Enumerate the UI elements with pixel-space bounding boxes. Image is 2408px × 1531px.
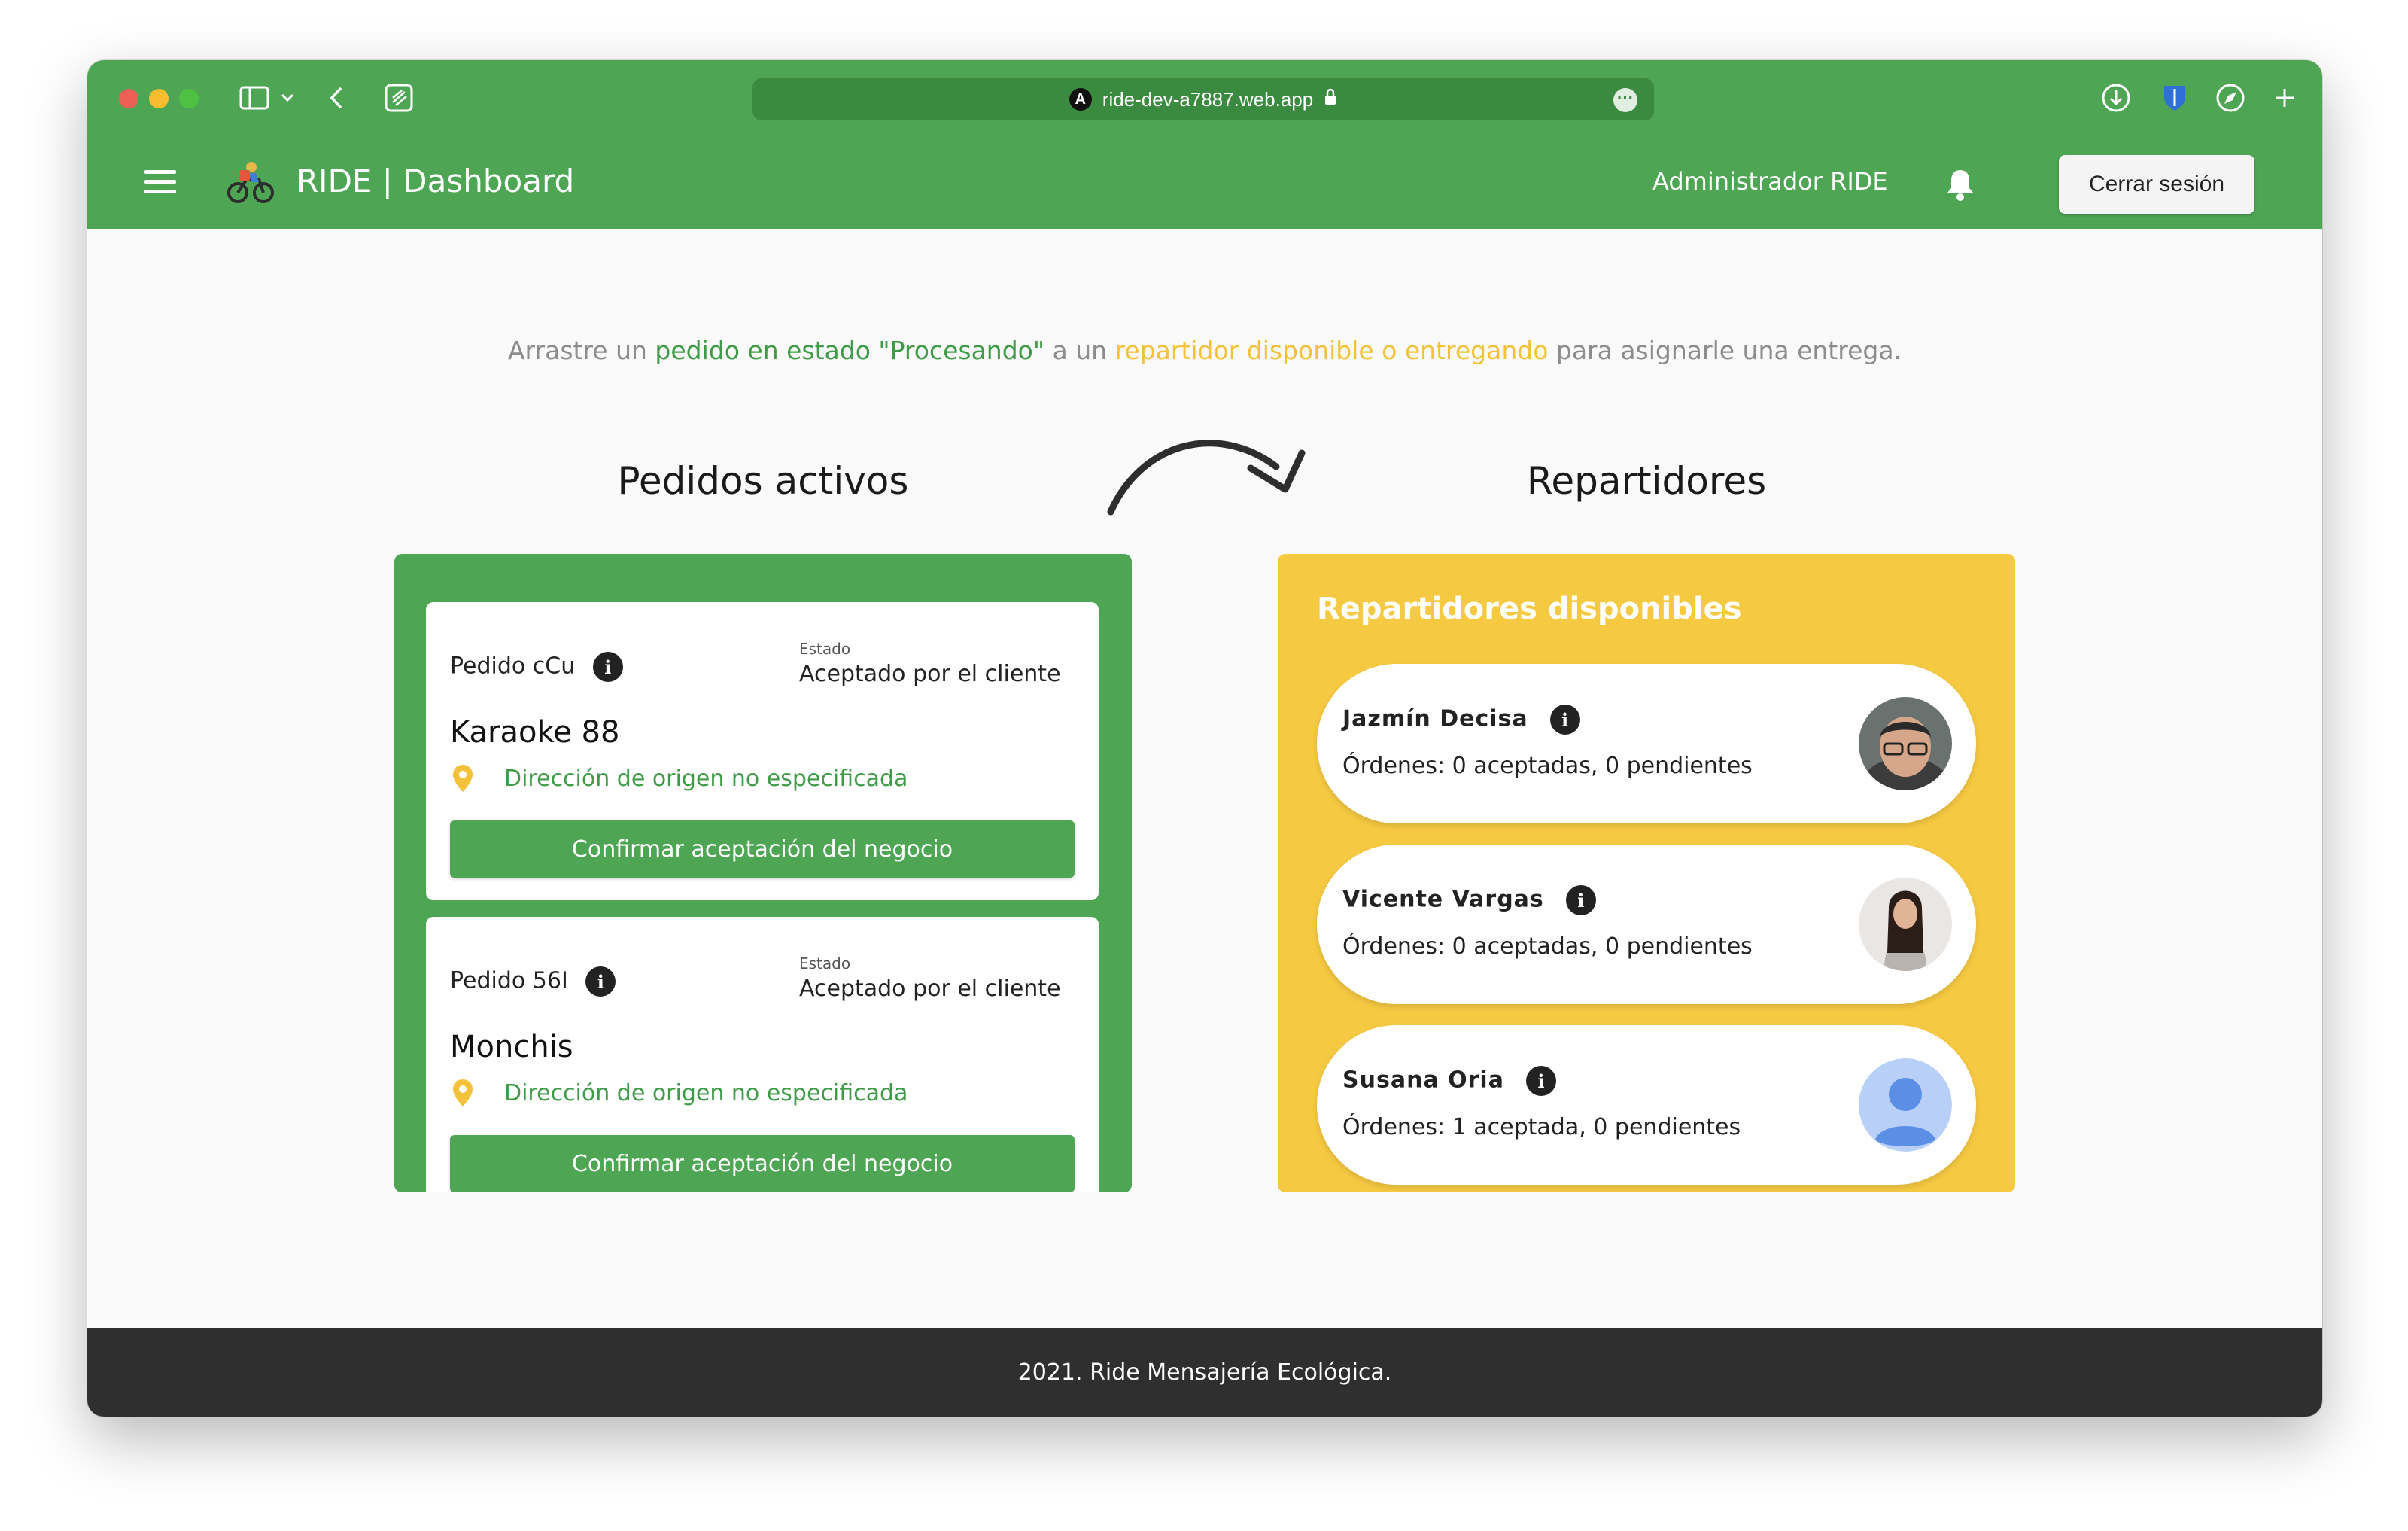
browser-toolbar: A ride-dev-a7887.web.app ···: [87, 60, 2322, 138]
info-icon[interactable]: i: [1566, 885, 1597, 915]
origin-address-text: Dirección de origen no especificada: [504, 765, 908, 792]
instruction-highlight-rider: repartidor disponible o entregando: [1114, 336, 1549, 365]
instruction-part: a un: [1044, 336, 1115, 365]
order-id-row: Pedido 56I i: [450, 966, 616, 997]
lock-icon: [1324, 88, 1337, 111]
instruction-text: Arrastre un pedido en estado "Procesando…: [87, 336, 2322, 365]
menu-icon[interactable]: [144, 170, 176, 196]
rider-card[interactable]: Jazmín Decisa i Órdenes: 0 aceptadas, 0 …: [1317, 664, 1976, 823]
location-pin-icon: [453, 765, 473, 792]
compass-icon[interactable]: [2214, 83, 2247, 113]
app-header: RIDE | Dashboard Administrador RIDE Cerr…: [87, 138, 2322, 229]
order-status-label: Estado: [799, 640, 851, 658]
back-arrow-icon[interactable]: [325, 83, 348, 113]
rider-name: Vicente Vargas: [1342, 886, 1544, 913]
footer: 2021. Ride Mensajería Ecológica.: [87, 1328, 2322, 1417]
more-options-icon[interactable]: ···: [1613, 88, 1637, 112]
order-id: Pedido 56I: [450, 967, 568, 994]
origin-address: Dirección de origen no especificada: [450, 763, 908, 793]
order-id: Pedido cCu: [450, 653, 576, 680]
order-card[interactable]: Pedido cCu i Estado Aceptado por el clie…: [426, 602, 1099, 900]
rider-name-row: Susana Oria i: [1342, 1066, 1557, 1096]
order-id-row: Pedido cCu i: [450, 652, 623, 682]
site-favicon-icon: A: [1069, 88, 1092, 111]
extension-icon[interactable]: [382, 83, 415, 113]
orders-section-title: Pedidos activos: [617, 459, 909, 503]
maximize-window-button[interactable]: [179, 89, 199, 108]
riders-section-title: Repartidores: [1526, 459, 1767, 503]
instruction-part: para asignarle una entrega.: [1548, 336, 1902, 365]
confirm-business-button[interactable]: Confirmar aceptación del negocio: [450, 1135, 1075, 1192]
order-status-label: Estado: [799, 954, 851, 972]
new-tab-icon[interactable]: [2270, 83, 2300, 113]
rider-avatar: [1859, 697, 1952, 790]
notification-bell-icon[interactable]: [1943, 166, 1978, 203]
curved-arrow-icon: [1096, 414, 1336, 527]
default-user-avatar-icon: [1859, 1058, 1952, 1152]
confirm-business-button[interactable]: Confirmar aceptación del negocio: [450, 820, 1075, 878]
password-manager-icon[interactable]: [2158, 83, 2191, 113]
footer-text: 2021. Ride Mensajería Ecológica.: [1017, 1359, 1392, 1386]
info-icon[interactable]: i: [592, 652, 623, 682]
origin-address-text: Dirección de origen no especificada: [504, 1079, 908, 1106]
instruction-part: Arrastre un: [507, 336, 655, 365]
business-name: Karaoke 88: [450, 715, 620, 750]
rider-card[interactable]: Susana Oria i Órdenes: 1 aceptada, 0 pen…: [1317, 1025, 1976, 1185]
business-name: Monchis: [450, 1030, 573, 1064]
order-card[interactable]: Pedido 56I i Estado Aceptado por el clie…: [426, 917, 1099, 1192]
app-title: RIDE | Dashboard: [296, 163, 575, 199]
info-icon[interactable]: i: [1550, 705, 1581, 735]
riders-panel: Repartidores disponibles Jazmín Decisa i…: [1278, 554, 2015, 1192]
rider-name-row: Jazmín Decisa i: [1342, 705, 1581, 735]
rider-orders: Órdenes: 0 aceptadas, 0 pendientes: [1342, 933, 1753, 960]
rider-avatar: [1859, 878, 1952, 971]
info-icon[interactable]: i: [585, 966, 616, 997]
rider-name: Susana Oria: [1342, 1067, 1504, 1094]
instruction-highlight-order: pedido en estado "Procesando": [655, 336, 1045, 365]
url-bar[interactable]: A ride-dev-a7887.web.app ···: [752, 78, 1654, 120]
browser-window: A ride-dev-a7887.web.app ··· RIDE | Dash…: [87, 60, 2322, 1417]
close-window-button[interactable]: [119, 89, 138, 108]
order-status: Aceptado por el cliente: [799, 661, 1061, 687]
admin-name: Administrador RIDE: [1652, 167, 1888, 196]
order-status: Aceptado por el cliente: [799, 976, 1061, 1002]
url-text: ride-dev-a7887.web.app: [1102, 87, 1314, 111]
bike-logo-icon: [226, 160, 275, 205]
info-icon[interactable]: i: [1526, 1066, 1557, 1096]
minimize-window-button[interactable]: [149, 89, 169, 108]
rider-name-row: Vicente Vargas i: [1342, 885, 1597, 915]
orders-panel: Pedido cCu i Estado Aceptado por el clie…: [394, 554, 1132, 1192]
rider-name: Jazmín Decisa: [1342, 705, 1528, 732]
download-icon[interactable]: [2099, 83, 2133, 113]
riders-panel-title: Repartidores disponibles: [1317, 592, 1742, 626]
chevron-down-icon[interactable]: [280, 83, 295, 113]
rider-card[interactable]: Vicente Vargas i Órdenes: 0 aceptadas, 0…: [1317, 845, 1976, 1004]
origin-address: Dirección de origen no especificada: [450, 1078, 908, 1108]
rider-orders: Órdenes: 0 aceptadas, 0 pendientes: [1342, 753, 1753, 779]
rider-orders: Órdenes: 1 aceptada, 0 pendientes: [1342, 1114, 1741, 1140]
logout-button[interactable]: Cerrar sesión: [2059, 155, 2254, 214]
sidebar-toggle-icon[interactable]: [238, 83, 271, 113]
location-pin-icon: [453, 1079, 473, 1106]
